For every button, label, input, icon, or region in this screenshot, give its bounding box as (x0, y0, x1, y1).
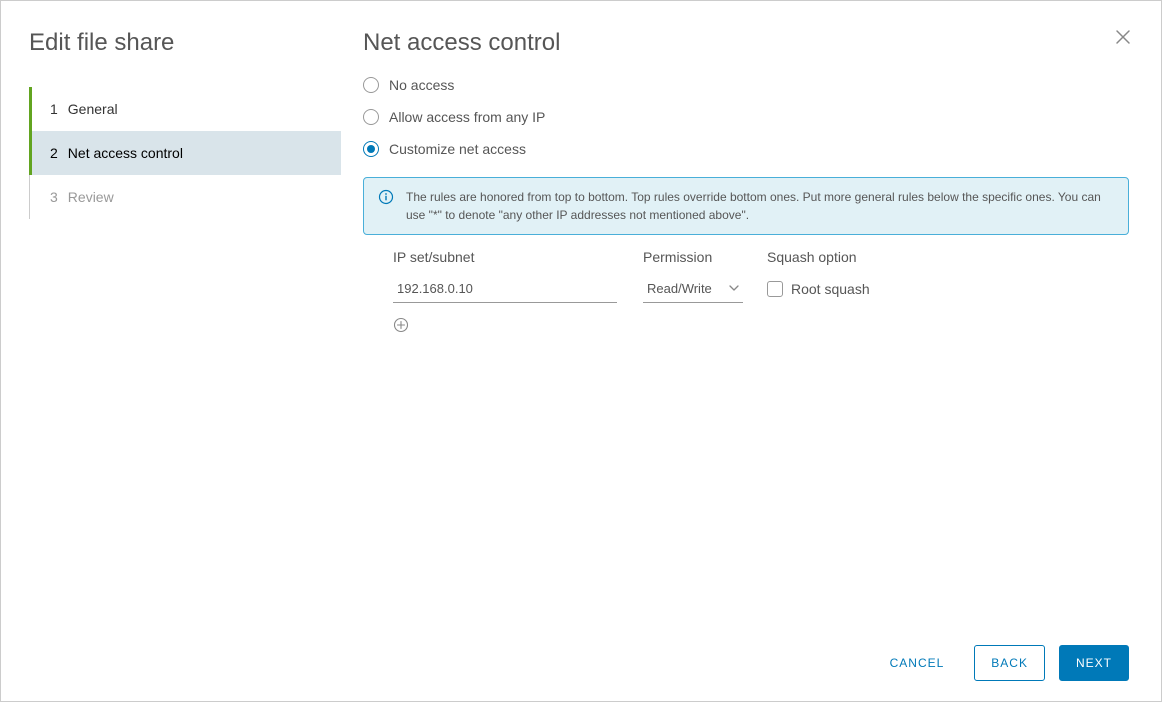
radio-no-access[interactable]: No access (363, 77, 1129, 93)
dialog-title: Edit file share (1, 19, 341, 87)
permission-value: Read/Write (647, 281, 712, 296)
radio-icon (363, 109, 379, 125)
access-mode-group: No access Allow access from any IP Custo… (363, 77, 1129, 157)
radio-customize-access[interactable]: Customize net access (363, 141, 1129, 157)
step-net-access-control[interactable]: 2 Net access control (30, 131, 341, 175)
back-button[interactable]: Back (974, 645, 1045, 681)
step-number: 3 (50, 189, 58, 205)
info-text: The rules are honored from top to bottom… (406, 188, 1114, 224)
header-permission: Permission (643, 249, 767, 265)
page-title: Net access control (363, 29, 1129, 57)
close-icon (1115, 29, 1131, 45)
squash-label: Root squash (791, 281, 870, 297)
table-row: Read/Write Root squash (393, 275, 1129, 303)
permission-select[interactable]: Read/Write (643, 275, 743, 303)
ip-input[interactable] (393, 275, 617, 303)
wizard-steps: 1 General 2 Net access control 3 Review (29, 87, 341, 219)
rules-table: IP set/subnet Permission Squash option R… (363, 249, 1129, 338)
wizard-sidebar: Edit file share 1 General 2 Net access c… (1, 1, 341, 629)
radio-label: Allow access from any IP (389, 109, 545, 125)
rules-header: IP set/subnet Permission Squash option (393, 249, 1129, 265)
info-icon (378, 189, 394, 224)
header-ip: IP set/subnet (393, 249, 643, 265)
close-button[interactable] (1115, 29, 1131, 50)
step-number: 2 (50, 145, 58, 161)
cancel-button[interactable]: Cancel (874, 646, 961, 680)
radio-label: Customize net access (389, 141, 526, 157)
edit-file-share-dialog: Edit file share 1 General 2 Net access c… (0, 0, 1162, 702)
radio-icon (363, 141, 379, 157)
step-general[interactable]: 1 General (30, 87, 341, 131)
dialog-footer: Cancel Back Next (1, 629, 1161, 701)
plus-circle-icon (393, 317, 409, 333)
step-number: 1 (50, 101, 58, 117)
radio-label: No access (389, 77, 454, 93)
step-review[interactable]: 3 Review (30, 175, 341, 219)
chevron-down-icon (729, 281, 739, 296)
next-button[interactable]: Next (1059, 645, 1129, 681)
step-label: Net access control (68, 145, 183, 161)
info-banner: The rules are honored from top to bottom… (363, 177, 1129, 235)
root-squash-checkbox[interactable] (767, 281, 783, 297)
dialog-body: Edit file share 1 General 2 Net access c… (1, 1, 1161, 629)
add-rule-button[interactable] (393, 317, 1129, 338)
radio-allow-any-ip[interactable]: Allow access from any IP (363, 109, 1129, 125)
step-label: Review (68, 189, 114, 205)
header-squash: Squash option (767, 249, 1129, 265)
wizard-main: Net access control No access Allow acces… (341, 1, 1161, 629)
radio-icon (363, 77, 379, 93)
step-label: General (68, 101, 118, 117)
